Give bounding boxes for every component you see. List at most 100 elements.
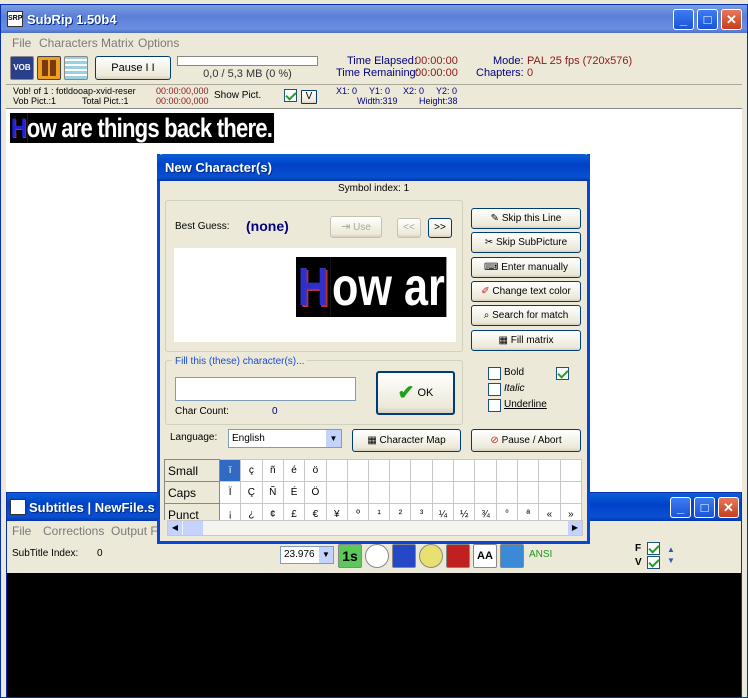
- italic-checkbox[interactable]: [488, 383, 501, 396]
- grid-cell[interactable]: ½: [453, 503, 476, 520]
- search-match-button[interactable]: ⌕ Search for match: [471, 305, 581, 326]
- enter-manually-button[interactable]: ⌨ Enter manually: [471, 257, 581, 278]
- skip-subpicture-button[interactable]: ✂ Skip SubPicture: [471, 232, 581, 253]
- grid-cell[interactable]: [495, 481, 519, 504]
- bold-checkbox[interactable]: [488, 367, 501, 380]
- grid-cell[interactable]: »: [559, 503, 582, 520]
- fill-input[interactable]: [175, 377, 356, 401]
- prev-button[interactable]: <<: [397, 218, 421, 238]
- grid-cell[interactable]: [453, 459, 476, 482]
- grid-cell[interactable]: [410, 481, 433, 504]
- grid-cell[interactable]: [368, 481, 391, 504]
- spinner-down-icon[interactable]: ▼: [667, 556, 675, 565]
- grid-cell[interactable]: ¥: [325, 503, 348, 520]
- main-title-bar[interactable]: SRP SubRip 1.50b4 _ □ ✕: [1, 5, 747, 33]
- matrix-icon[interactable]: [64, 56, 88, 80]
- grid-cell[interactable]: ¾: [474, 503, 497, 520]
- scroll-right-icon[interactable]: ▶: [568, 521, 582, 535]
- clock-icon[interactable]: [365, 544, 389, 568]
- subtitles-menu-corrections[interactable]: Corrections: [43, 524, 104, 538]
- language-select[interactable]: English ▼: [228, 429, 342, 448]
- grid-cell[interactable]: ¢: [261, 503, 284, 520]
- grid-cell[interactable]: [538, 459, 561, 482]
- vob-icon[interactable]: VOB: [10, 56, 34, 80]
- spinner-up-icon[interactable]: ▲: [667, 545, 675, 554]
- grid-cell[interactable]: ¡: [219, 503, 242, 520]
- grid-cell[interactable]: é: [282, 459, 306, 482]
- minimize-button[interactable]: _: [673, 9, 694, 30]
- subtitles-close-button[interactable]: ✕: [718, 497, 739, 518]
- pause-abort-button[interactable]: ⊘ Pause / Abort: [471, 429, 581, 452]
- grid-scrollbar[interactable]: ◀ ▶: [167, 520, 583, 536]
- no-symbol-icon[interactable]: [419, 544, 443, 568]
- grid-cell[interactable]: [559, 459, 582, 482]
- menu-characters-matrix[interactable]: Characters Matrix: [39, 36, 134, 50]
- grid-cell[interactable]: €: [304, 503, 327, 520]
- grid-cell[interactable]: [431, 481, 455, 504]
- f-checkbox[interactable]: [647, 542, 660, 555]
- show-pict-checkbox[interactable]: [284, 89, 297, 102]
- grid-cell[interactable]: [474, 459, 497, 482]
- puzzle-icon[interactable]: [392, 544, 416, 568]
- grid-cell[interactable]: [453, 481, 476, 504]
- grid-cell[interactable]: ¿: [240, 503, 263, 520]
- grid-cell[interactable]: [559, 481, 582, 504]
- grid-cell[interactable]: [538, 481, 561, 504]
- grid-cell[interactable]: [474, 481, 497, 504]
- grid-cell[interactable]: ñ: [261, 459, 284, 482]
- single-line-icon[interactable]: 1s: [338, 544, 362, 568]
- pause-button[interactable]: Pause I I: [95, 56, 171, 80]
- grid-cell[interactable]: [346, 481, 370, 504]
- dialog-title-bar[interactable]: New Character(s): [157, 154, 590, 181]
- grid-cell[interactable]: [325, 459, 348, 482]
- grid-cell[interactable]: ç: [240, 459, 263, 482]
- scroll-thumb[interactable]: [183, 521, 203, 535]
- grid-cell[interactable]: [495, 459, 519, 482]
- grid-cell[interactable]: ª: [517, 503, 540, 520]
- bold-enable-checkbox[interactable]: [556, 367, 569, 380]
- grid-cell[interactable]: ²: [389, 503, 412, 520]
- grid-cell[interactable]: Ö: [304, 481, 327, 504]
- font-case-icon[interactable]: AA: [473, 544, 497, 568]
- maximize-button[interactable]: □: [697, 9, 718, 30]
- grid-cell[interactable]: ¼: [431, 503, 455, 520]
- close-button[interactable]: ✕: [721, 9, 742, 30]
- grid-cell[interactable]: [517, 481, 540, 504]
- use-button[interactable]: ⇥ Use: [330, 216, 382, 238]
- save-icon[interactable]: [446, 544, 470, 568]
- v-button[interactable]: V: [301, 90, 317, 104]
- grid-cell[interactable]: [346, 459, 370, 482]
- subtitles-minimize-button[interactable]: _: [670, 497, 691, 518]
- grid-cell[interactable]: °: [495, 503, 519, 520]
- scroll-left-icon[interactable]: ◀: [168, 521, 182, 535]
- grid-cell[interactable]: Ç: [240, 481, 263, 504]
- underline-checkbox[interactable]: [488, 399, 501, 412]
- trash-icon[interactable]: [500, 544, 524, 568]
- subtitles-menu-file[interactable]: File: [12, 524, 31, 538]
- grid-cell[interactable]: ï: [219, 459, 242, 482]
- grid-cell[interactable]: ³: [410, 503, 433, 520]
- menu-file[interactable]: File: [12, 36, 31, 50]
- grid-cell[interactable]: É: [282, 481, 306, 504]
- grid-cell[interactable]: [389, 459, 412, 482]
- v-checkbox[interactable]: [647, 556, 660, 569]
- character-map-button[interactable]: ▦ Character Map: [352, 429, 461, 452]
- subtitles-maximize-button[interactable]: □: [694, 497, 715, 518]
- grid-cell[interactable]: Ñ: [261, 481, 284, 504]
- skip-line-button[interactable]: ✎ Skip this Line: [471, 208, 581, 229]
- next-button[interactable]: >>: [428, 218, 452, 238]
- grid-cell[interactable]: «: [538, 503, 561, 520]
- subtitles-text-area[interactable]: [7, 573, 741, 697]
- ok-button[interactable]: ✔ OK: [376, 371, 455, 415]
- grid-cell[interactable]: Ï: [219, 481, 242, 504]
- grid-cell[interactable]: º: [346, 503, 370, 520]
- grid-cell[interactable]: [368, 459, 391, 482]
- grid-cell[interactable]: [410, 459, 433, 482]
- grid-cell[interactable]: [325, 481, 348, 504]
- grid-cell[interactable]: £: [282, 503, 306, 520]
- grid-cell[interactable]: [389, 481, 412, 504]
- fps-select[interactable]: 23.976 ▼: [280, 546, 334, 564]
- change-text-color-button[interactable]: ✐ Change text color: [471, 281, 581, 302]
- grid-cell[interactable]: [431, 459, 455, 482]
- film-icon[interactable]: [37, 56, 61, 80]
